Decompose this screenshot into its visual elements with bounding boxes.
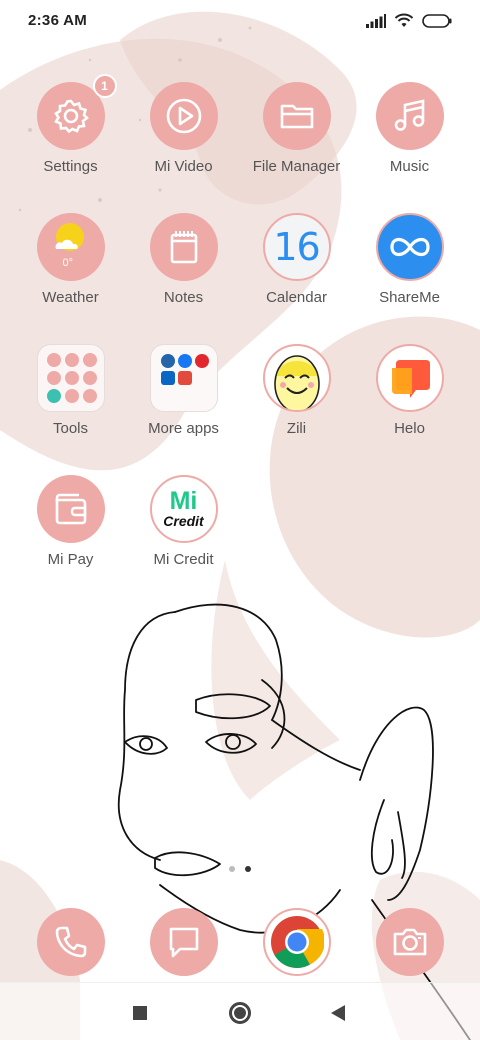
app-label: Tools [52, 420, 89, 437]
weather-app-icon[interactable]: 0° [36, 213, 105, 281]
mi-credit-app-icon[interactable]: Mi Credit [149, 475, 218, 543]
phone-app-icon[interactable] [36, 908, 105, 976]
home-button[interactable] [225, 1001, 255, 1025]
shareme-app-icon[interactable] [375, 213, 444, 281]
status-time: 2:36 AM [28, 12, 88, 29]
dock [14, 908, 466, 976]
helo-app-icon[interactable] [375, 344, 444, 412]
dock-phone[interactable] [14, 908, 127, 976]
notes-app-icon[interactable] [149, 213, 218, 281]
dock-messages[interactable] [127, 908, 240, 976]
app-label: File Manager [252, 158, 341, 175]
app-label: Music [389, 158, 430, 175]
app-label: More apps [148, 420, 219, 437]
app-mi-pay[interactable]: Mi Pay [14, 475, 127, 606]
chrome-icon [270, 916, 324, 968]
app-more-apps-folder[interactable]: More apps [127, 344, 240, 475]
app-notes[interactable]: Notes [127, 213, 240, 344]
shareme-icon [389, 237, 430, 257]
signal-icon [366, 13, 386, 28]
mi-video-app-icon[interactable] [149, 82, 218, 150]
app-calendar[interactable]: 16 Calendar [240, 213, 353, 344]
mi-pay-app-icon[interactable] [36, 475, 105, 543]
messages-app-icon[interactable] [149, 908, 218, 976]
more-apps-folder-icon[interactable] [149, 344, 218, 412]
camera-app-icon[interactable] [375, 908, 444, 976]
status-icons [366, 13, 452, 28]
helo-icon [391, 360, 430, 398]
tools-folder-icon[interactable] [36, 344, 105, 412]
page-dot-active[interactable] [245, 866, 251, 872]
app-label: Settings [43, 158, 98, 175]
app-settings[interactable]: 1 Settings [14, 74, 127, 213]
back-button[interactable] [323, 1001, 353, 1025]
notepad-icon [170, 231, 197, 264]
folder-icon [280, 104, 313, 129]
app-file-manager[interactable]: File Manager [240, 82, 353, 213]
app-label: Mi Video [154, 158, 213, 175]
square-icon [133, 1006, 147, 1020]
dock-camera[interactable] [353, 908, 466, 976]
mi-credit-logo-bottom: Credit [163, 513, 204, 529]
app-label: Notes [163, 289, 204, 306]
app-label: Mi Pay [47, 551, 94, 568]
app-label: Calendar [266, 289, 327, 306]
app-label: Helo [394, 420, 425, 437]
circle-icon [229, 1002, 251, 1024]
message-icon [169, 927, 198, 958]
gear-icon [53, 99, 89, 134]
app-tools-folder[interactable]: Tools [14, 344, 127, 475]
file-manager-app-icon[interactable] [262, 82, 331, 150]
calendar-app-icon[interactable]: 16 [262, 213, 331, 281]
battery-icon [422, 13, 452, 28]
music-app-icon[interactable] [375, 82, 444, 150]
app-music[interactable]: Music [353, 82, 466, 213]
wifi-icon [394, 13, 414, 27]
temperature-text: 0° [62, 257, 74, 269]
navigation-bar [0, 982, 480, 1040]
mi-credit-logo-top: Mi [169, 487, 198, 515]
notification-badge: 1 [92, 74, 117, 98]
play-icon [166, 98, 201, 134]
app-label: Mi Credit [153, 551, 214, 568]
app-label: Weather [42, 289, 99, 306]
app-helo[interactable]: Helo [353, 344, 466, 475]
app-label: ShareMe [379, 289, 440, 306]
app-label: Zili [286, 420, 307, 437]
settings-app-icon[interactable]: 1 [36, 74, 117, 150]
chrome-app-icon[interactable] [262, 908, 331, 976]
app-mi-credit[interactable]: Mi Credit Mi Credit [127, 475, 240, 606]
camera-icon [393, 928, 426, 956]
music-note-icon [394, 99, 424, 131]
page-indicator [0, 866, 480, 872]
app-grid: 1 Settings Mi Video File Manager Music 0… [14, 74, 466, 606]
calendar-date-text: 16 [273, 225, 320, 269]
page-dot[interactable] [229, 866, 235, 872]
app-weather[interactable]: 0° Weather [14, 213, 127, 344]
wallet-icon [55, 493, 86, 525]
zili-app-icon[interactable] [262, 344, 331, 412]
zili-icon [273, 355, 320, 410]
recents-button[interactable] [125, 1001, 155, 1025]
app-zili[interactable]: Zili [240, 344, 353, 475]
back-triangle-icon [331, 1005, 345, 1021]
phone-icon [55, 926, 86, 958]
dock-chrome[interactable] [240, 908, 353, 976]
status-bar: 2:36 AM [0, 0, 480, 44]
app-shareme[interactable]: ShareMe [353, 213, 466, 344]
app-mi-video[interactable]: Mi Video [127, 82, 240, 213]
